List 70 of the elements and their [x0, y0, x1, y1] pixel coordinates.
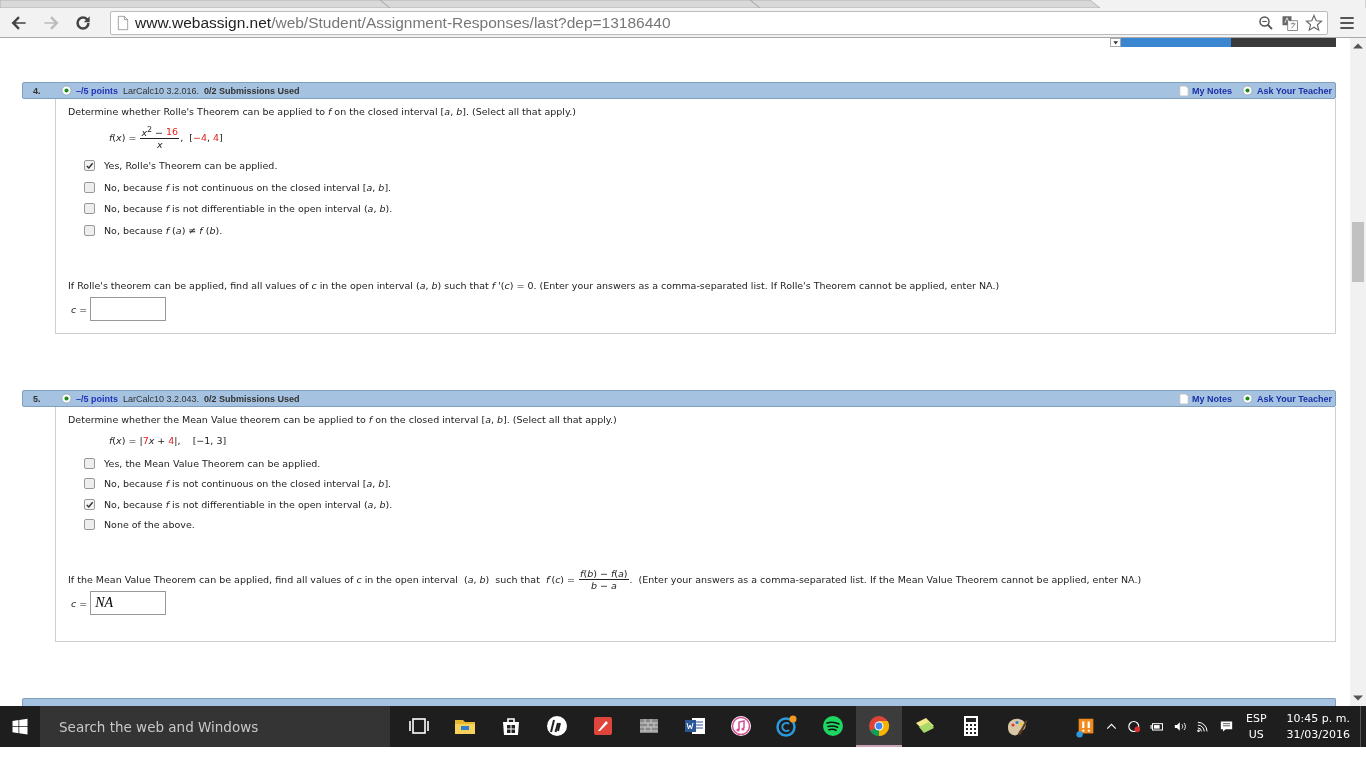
expand-icon[interactable] — [61, 85, 72, 96]
option-label: None of the above. — [104, 519, 195, 531]
scroll-thumb[interactable] — [1352, 222, 1364, 282]
checkbox[interactable] — [84, 224, 95, 236]
header-link[interactable]: Ask Your Teacher — [1256, 85, 1332, 96]
option-label: No, because f is not continuous on the closed interval [a, b]. — [104, 478, 392, 490]
plus-icon — [1241, 85, 1253, 96]
question-text: If Rolle's theorem can be applied, find all values of c in the open interval (a, b) such that f '(c) = 0. (Enter your answers as a comma-separated list. If Rolle's Theorem cannot be applied, enter NA.) — [68, 278, 1001, 293]
header-link[interactable]: Ask Your Teacher — [1256, 393, 1332, 404]
math-formula: f(x) = |7x + 4|, [−1, 3] — [109, 433, 228, 448]
scrollbar[interactable] — [1350, 38, 1366, 706]
points-link[interactable]: –/5 points — [76, 85, 118, 96]
question-text: Determine whether the Mean Value theorem can be applied to f on the closed interval [a, b]. (Select all that apply.) — [68, 414, 618, 427]
checkbox[interactable] — [84, 519, 95, 531]
math-formula: f(x) = x$^{2}$ − 16 x , [−4, 4] — [109, 123, 224, 152]
option-label: No, because f is not continuous on the closed interval [a, b]. — [104, 181, 392, 193]
checkbox[interactable] — [84, 181, 95, 193]
option-label: Yes, Rolle's Theorem can be applied. — [104, 160, 278, 172]
answer-field[interactable]: NA — [90, 591, 167, 615]
question-source: LarCalc10 3.2.016. — [123, 85, 200, 96]
sync-icon[interactable] — [1126, 718, 1143, 735]
answer-field[interactable] — [90, 297, 167, 321]
header-link[interactable]: My Notes — [1191, 85, 1232, 96]
clock-time: 10:45 p. m. — [1286, 710, 1350, 727]
check-icon — [85, 161, 94, 171]
scroll-up-icon[interactable] — [1350, 41, 1366, 51]
translate-icon[interactable] — [1281, 13, 1299, 32]
clock[interactable]: 10:45 p. m. 31/03/2016 — [1286, 710, 1350, 743]
language-code: ESP — [1246, 710, 1267, 727]
option-label: No, because f is not differentiable in the open interval (a, b). — [104, 203, 393, 215]
round-logo-icon — [545, 713, 569, 738]
bookmark-star-icon[interactable] — [1305, 13, 1323, 32]
note-icon — [1178, 392, 1189, 405]
option-label: No, because f (a) ≠ f (b). — [104, 224, 223, 236]
browser-icon — [867, 713, 891, 738]
checkbox[interactable] — [84, 498, 95, 510]
c-logo-icon — [775, 713, 799, 738]
music-note-icon — [729, 713, 753, 738]
check-icon — [85, 499, 94, 509]
taskbar-app[interactable] — [856, 706, 902, 747]
submissions-count: 0/2 Submissions Used — [204, 85, 300, 96]
url-text: www.webassign.net/web/Student/Assignment-Responses/last?dep=13186440 — [135, 13, 671, 32]
points-link[interactable]: –/5 points — [76, 393, 118, 404]
note-icon — [1178, 84, 1189, 97]
answer-label: c = — [71, 597, 88, 609]
zoom-icon[interactable] — [1257, 13, 1275, 32]
checkbox[interactable] — [84, 160, 95, 172]
expand-icon[interactable] — [61, 393, 72, 404]
search-field[interactable]: Search the web and Windows — [40, 706, 390, 747]
submissions-count: 0/2 Submissions Used — [204, 393, 300, 404]
header-link[interactable]: My Notes — [1191, 393, 1232, 404]
language-indicator[interactable]: ESP US — [1246, 710, 1267, 743]
question-source: LarCalc10 3.2.043. — [123, 393, 200, 404]
option-label: No, because f is not differentiable in the open interval (a, b). — [104, 498, 393, 510]
question-number: 5. — [33, 393, 42, 404]
question-text: Determine whether Rolle's Theorem can be applied to f on the closed interval [a, b]. (Select all that apply.) — [68, 106, 577, 119]
clock-date: 31/03/2016 — [1286, 726, 1350, 743]
checkbox[interactable] — [84, 478, 95, 490]
sound-waves-icon — [821, 713, 845, 738]
question-number: 4. — [33, 85, 42, 96]
address-bar[interactable]: www.webassign.net/web/Student/Assignment-Responses/last?dep=13186440 — [110, 10, 1328, 35]
option-label: Yes, the Mean Value Theorem can be applied. — [104, 457, 321, 469]
region-code: US — [1248, 726, 1264, 743]
checkbox[interactable] — [84, 457, 95, 469]
page-icon — [115, 14, 131, 31]
checkbox[interactable] — [84, 203, 95, 215]
question-text: If the Mean Value Theorem can be applied, find all values of c in the open interval (a, b) such that f′(c) = f(b) − f(a) b − a . (Enter your answers as a comma-separated list. If the Mean Value Theorem cannot be applied, enter NA.) — [68, 567, 1143, 591]
dropdown-icon[interactable] — [1110, 38, 1122, 47]
answer-label: c = — [71, 303, 88, 315]
plus-icon — [1241, 393, 1253, 404]
